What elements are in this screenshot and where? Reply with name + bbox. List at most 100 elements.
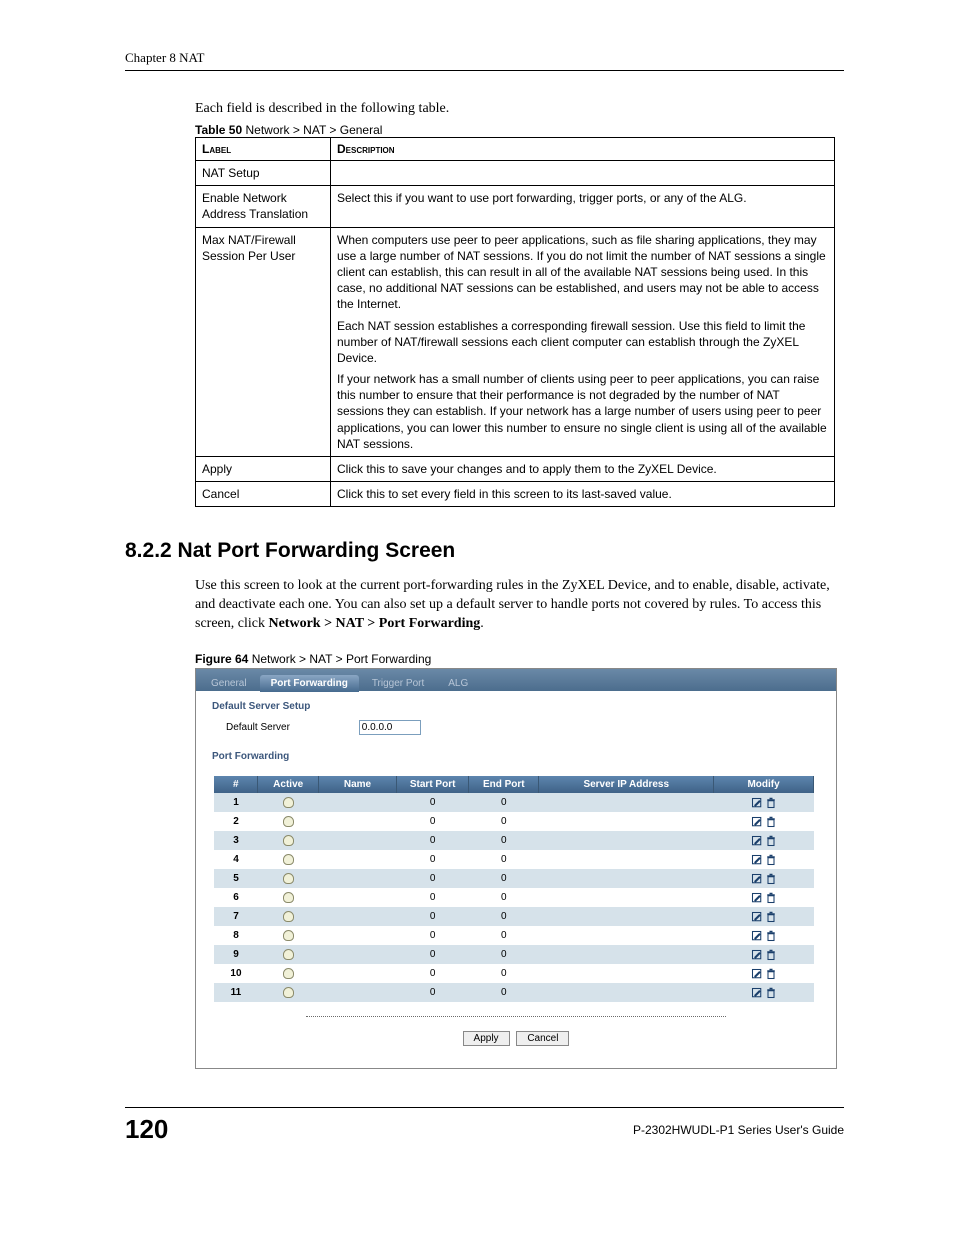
pf-cell-end: 0 xyxy=(469,869,539,888)
delete-icon[interactable] xyxy=(764,911,778,922)
pf-cell-start: 0 xyxy=(397,907,469,926)
table50-head-desc: Description xyxy=(331,138,835,161)
pf-cell-ip xyxy=(539,907,714,926)
table-row: Cancel Click this to set every field in … xyxy=(196,482,835,507)
pf-cell-modify xyxy=(714,831,814,850)
bulb-icon[interactable] xyxy=(283,930,294,941)
port-forwarding-heading: Port Forwarding xyxy=(196,741,836,770)
default-server-input[interactable] xyxy=(359,720,421,735)
pf-head-active: Active xyxy=(258,776,318,793)
row-label: Enable Network Address Translation xyxy=(196,186,331,227)
pf-cell-ip xyxy=(539,812,714,831)
delete-icon[interactable] xyxy=(764,835,778,846)
pf-cell-modify xyxy=(714,964,814,983)
section-para-t2: . xyxy=(480,616,484,631)
pf-cell-num: 2 xyxy=(214,812,258,831)
bulb-icon[interactable] xyxy=(283,797,294,808)
delete-icon[interactable] xyxy=(764,892,778,903)
pf-row: 200 xyxy=(214,812,814,831)
pf-cell-num: 9 xyxy=(214,945,258,964)
edit-icon[interactable] xyxy=(750,816,764,827)
pf-cell-num: 11 xyxy=(214,983,258,1002)
bulb-icon[interactable] xyxy=(283,949,294,960)
pf-cell-num: 10 xyxy=(214,964,258,983)
default-server-label: Default Server xyxy=(226,722,356,733)
pf-cell-active xyxy=(258,812,318,831)
pf-cell-start: 0 xyxy=(397,926,469,945)
edit-icon[interactable] xyxy=(750,911,764,922)
pf-head-modify: Modify xyxy=(714,776,814,793)
row-label: NAT Setup xyxy=(196,161,331,186)
pf-cell-start: 0 xyxy=(397,793,469,812)
bulb-icon[interactable] xyxy=(283,987,294,998)
bulb-icon[interactable] xyxy=(283,911,294,922)
bulb-icon[interactable] xyxy=(283,816,294,827)
pf-row: 900 xyxy=(214,945,814,964)
pf-cell-name xyxy=(318,888,396,907)
pf-cell-ip xyxy=(539,888,714,907)
edit-icon[interactable] xyxy=(750,968,764,979)
pf-cell-name xyxy=(318,983,396,1002)
delete-icon[interactable] xyxy=(764,797,778,808)
section-heading: 8.2.2 Nat Port Forwarding Screen xyxy=(125,539,844,563)
tab-bar: General Port Forwarding Trigger Port ALG xyxy=(196,669,836,691)
pf-cell-end: 0 xyxy=(469,831,539,850)
delete-icon[interactable] xyxy=(764,816,778,827)
bulb-icon[interactable] xyxy=(283,892,294,903)
pf-cell-modify xyxy=(714,983,814,1002)
screenshot-port-forwarding: General Port Forwarding Trigger Port ALG… xyxy=(195,668,837,1069)
pf-cell-start: 0 xyxy=(397,850,469,869)
bulb-icon[interactable] xyxy=(283,835,294,846)
table-row: Apply Click this to save your changes an… xyxy=(196,457,835,482)
pf-cell-ip xyxy=(539,926,714,945)
delete-icon[interactable] xyxy=(764,968,778,979)
pf-cell-ip xyxy=(539,964,714,983)
delete-icon[interactable] xyxy=(764,854,778,865)
pf-head-num: # xyxy=(214,776,258,793)
edit-icon[interactable] xyxy=(750,835,764,846)
bulb-icon[interactable] xyxy=(283,873,294,884)
pf-cell-end: 0 xyxy=(469,793,539,812)
edit-icon[interactable] xyxy=(750,873,764,884)
delete-icon[interactable] xyxy=(764,930,778,941)
pf-cell-modify xyxy=(714,850,814,869)
tab-port-forwarding[interactable]: Port Forwarding xyxy=(260,675,359,692)
table-row: Max NAT/Firewall Session Per User When c… xyxy=(196,227,835,456)
delete-icon[interactable] xyxy=(764,873,778,884)
table50-head-label: Label xyxy=(196,138,331,161)
pf-cell-num: 8 xyxy=(214,926,258,945)
pf-cell-modify xyxy=(714,945,814,964)
bulb-icon[interactable] xyxy=(283,854,294,865)
edit-icon[interactable] xyxy=(750,930,764,941)
bulb-icon[interactable] xyxy=(283,968,294,979)
pf-cell-active xyxy=(258,888,318,907)
tab-trigger-port[interactable]: Trigger Port xyxy=(361,675,435,692)
tab-alg[interactable]: ALG xyxy=(437,675,479,692)
pf-cell-ip xyxy=(539,983,714,1002)
apply-button[interactable]: Apply xyxy=(463,1031,510,1046)
edit-icon[interactable] xyxy=(750,892,764,903)
row-desc: Select this if you want to use port forw… xyxy=(331,186,835,227)
edit-icon[interactable] xyxy=(750,949,764,960)
page-footer: 120 P-2302HWUDL-P1 Series User's Guide xyxy=(125,1107,844,1145)
cancel-button[interactable]: Cancel xyxy=(516,1031,569,1046)
pf-cell-active xyxy=(258,793,318,812)
separator-dotted xyxy=(306,1016,726,1017)
tab-general[interactable]: General xyxy=(200,675,258,692)
port-forwarding-table: # Active Name Start Port End Port Server… xyxy=(214,776,814,1002)
row-label: Cancel xyxy=(196,482,331,507)
pf-cell-name xyxy=(318,964,396,983)
pf-cell-active xyxy=(258,926,318,945)
edit-icon[interactable] xyxy=(750,854,764,865)
row-desc: When computers use peer to peer applicat… xyxy=(331,227,835,456)
delete-icon[interactable] xyxy=(764,987,778,998)
edit-icon[interactable] xyxy=(750,797,764,808)
pf-cell-num: 3 xyxy=(214,831,258,850)
pf-cell-start: 0 xyxy=(397,945,469,964)
pf-row: 300 xyxy=(214,831,814,850)
pf-cell-active xyxy=(258,945,318,964)
pf-cell-active xyxy=(258,983,318,1002)
delete-icon[interactable] xyxy=(764,949,778,960)
pf-cell-name xyxy=(318,907,396,926)
edit-icon[interactable] xyxy=(750,987,764,998)
